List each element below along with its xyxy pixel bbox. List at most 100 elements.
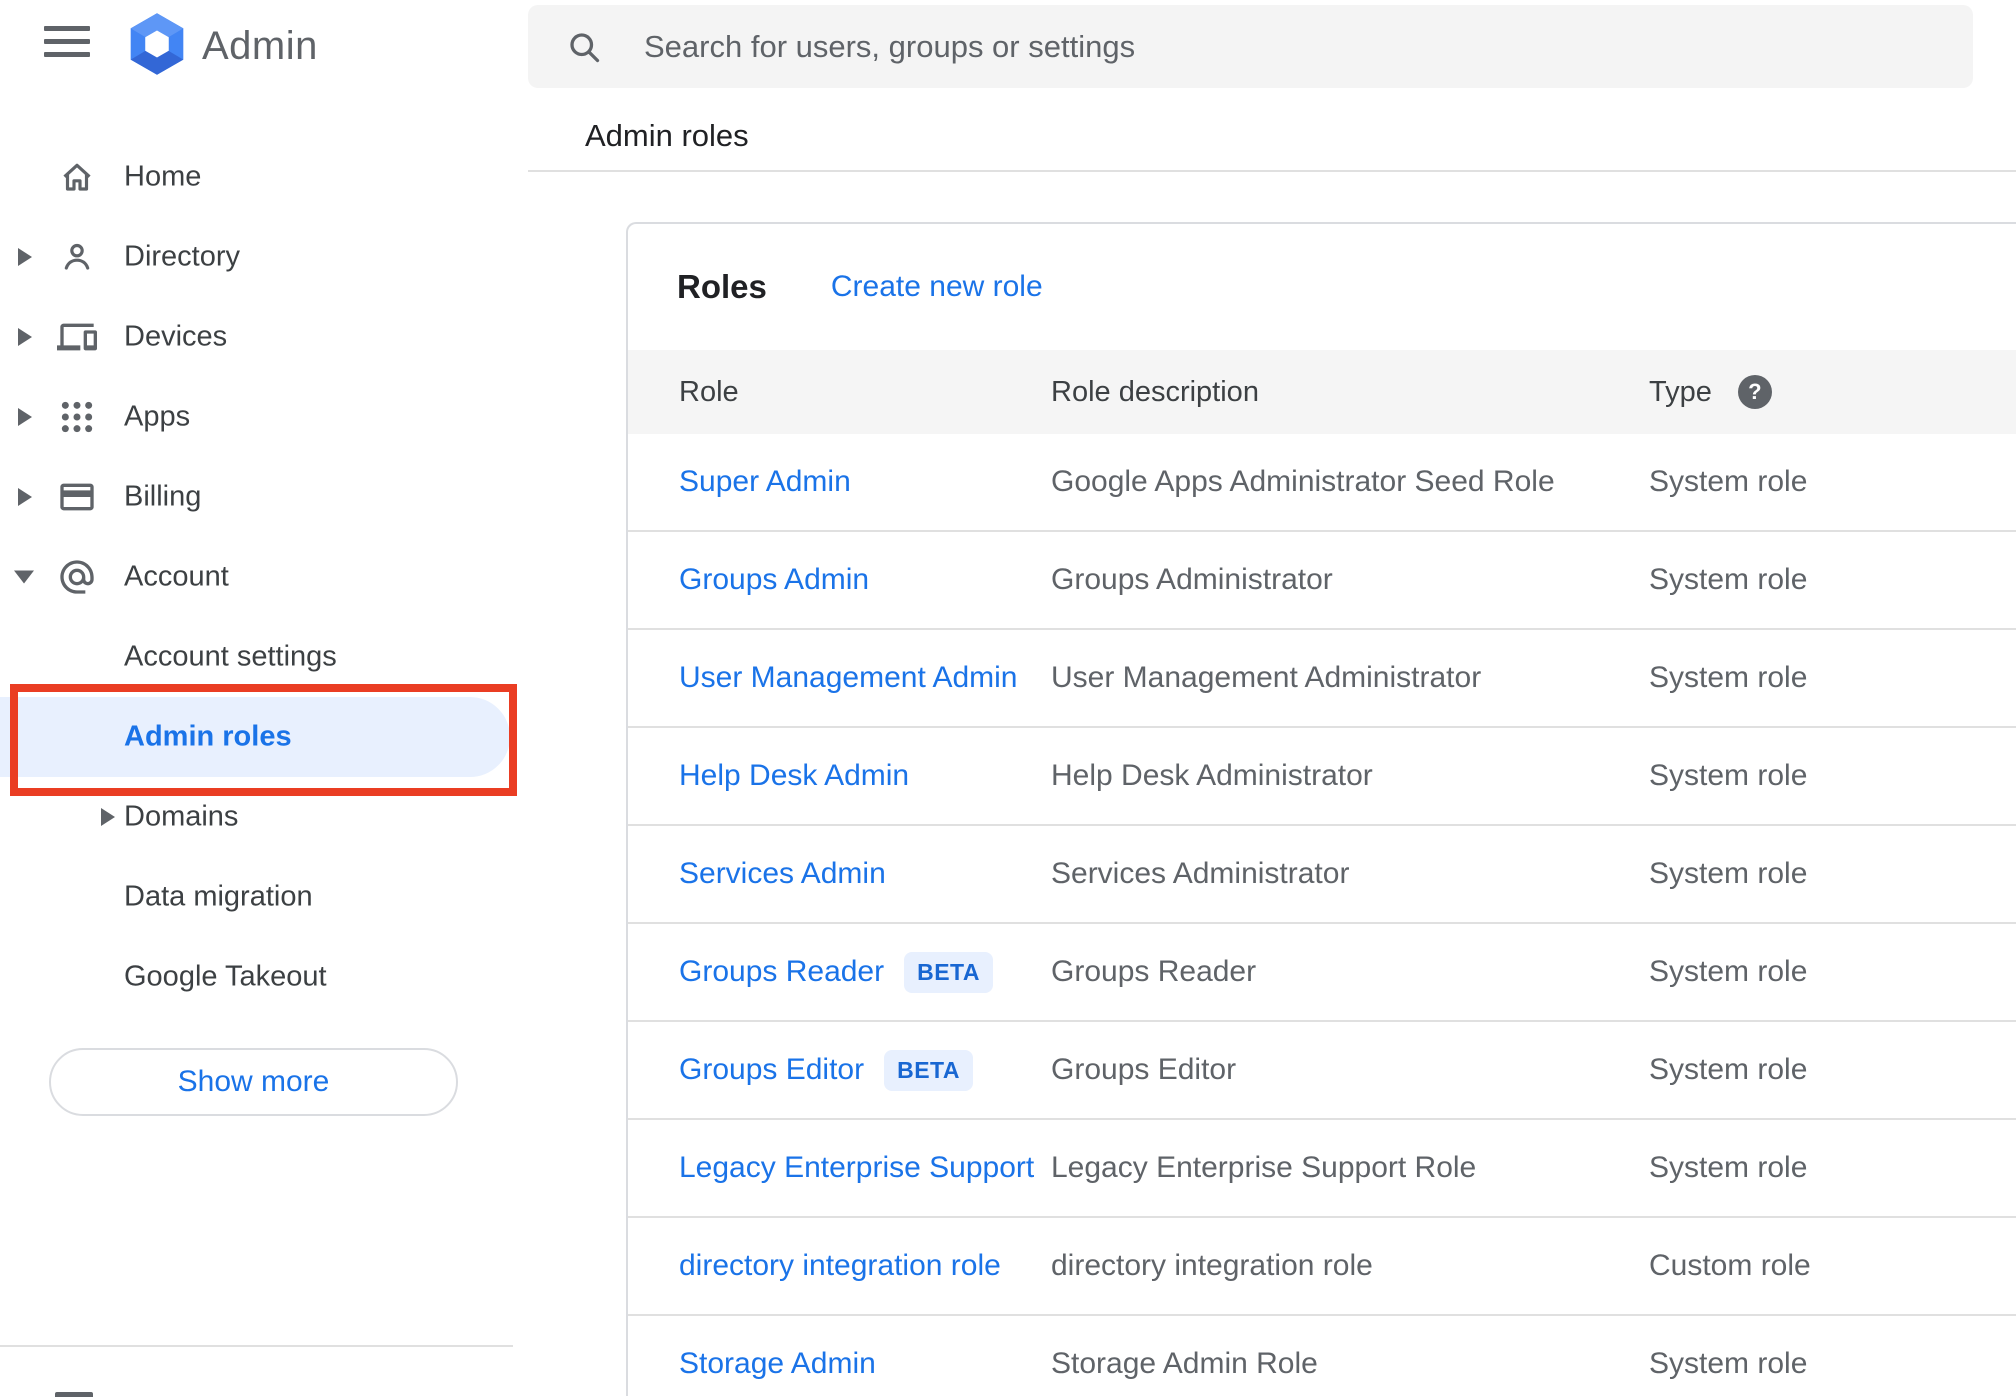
role-description: Storage Admin Role [1051, 1347, 1318, 1380]
sidebar-item-google-takeout[interactable]: Google Takeout [0, 937, 531, 1017]
sidebar-item-devices[interactable]: Devices [0, 297, 531, 377]
role-description: Google Apps Administrator Seed Role [1051, 465, 1555, 498]
table-row: Groups Reader BETA Groups Reader System … [628, 924, 2016, 1022]
sidebar-item-label: Google Takeout [124, 960, 327, 993]
role-description: directory integration role [1051, 1249, 1373, 1282]
home-icon [57, 157, 97, 197]
table-row: Groups Admin Groups Administrator System… [628, 532, 2016, 630]
hamburger-bar [44, 26, 90, 31]
beta-badge: BETA [904, 951, 994, 993]
search-bar[interactable] [528, 5, 1973, 88]
expand-arrow-icon[interactable] [18, 488, 32, 506]
role-link[interactable]: Super Admin [679, 465, 851, 499]
role-description: User Management Administrator [1051, 661, 1482, 694]
sidebar-item-label: Account [124, 560, 229, 593]
role-type: System role [1649, 661, 1808, 694]
sidebar-item-billing[interactable]: Billing [0, 457, 531, 537]
role-link[interactable]: Groups Admin [679, 563, 869, 597]
sidebar-item-label: Domains [124, 800, 239, 833]
table-row: Services Admin Services Administrator Sy… [628, 826, 2016, 924]
role-description: Groups Reader [1051, 955, 1257, 988]
role-description: Groups Administrator [1051, 563, 1333, 596]
column-header-role: Role [679, 375, 739, 408]
roles-table-body: Super Admin Google Apps Administrator Se… [628, 434, 2016, 1396]
role-link[interactable]: User Management Admin [679, 661, 1018, 695]
admin-logo[interactable]: Admin [129, 13, 318, 80]
sidebar-item-directory[interactable]: Directory [0, 217, 531, 297]
show-more-button[interactable]: Show more [49, 1048, 458, 1116]
table-row: directory integration role directory int… [628, 1218, 2016, 1316]
sidebar-item-label: Data migration [124, 880, 313, 913]
role-link[interactable]: Storage Admin [679, 1347, 876, 1381]
role-link[interactable]: Services Admin [679, 857, 886, 891]
role-link[interactable]: Help Desk Admin [679, 759, 909, 793]
sidebar-item-home[interactable]: Home [0, 137, 531, 217]
search-input[interactable] [642, 27, 1973, 66]
table-row: Super Admin Google Apps Administrator Se… [628, 434, 2016, 532]
role-type: System role [1649, 857, 1808, 890]
product-name: Admin [202, 24, 318, 68]
sidebar-item-account[interactable]: Account [0, 537, 531, 617]
expand-arrow-icon[interactable] [101, 808, 115, 826]
role-description: Groups Editor [1051, 1053, 1237, 1086]
roles-table-header: Role Role description Type ? [628, 350, 2016, 434]
role-link[interactable]: Legacy Enterprise Support [679, 1151, 1034, 1185]
table-row: Groups Editor BETA Groups Editor System … [628, 1022, 2016, 1120]
roles-card: Roles Create new role Role Role descript… [626, 222, 2016, 1396]
role-link[interactable]: Groups Editor [679, 1053, 864, 1087]
at-icon [57, 557, 97, 597]
sidebar-item-label: Billing [124, 480, 202, 513]
breadcrumb: Admin roles [585, 118, 749, 153]
sidebar-item-domains[interactable]: Domains [0, 777, 531, 857]
role-type: System role [1649, 563, 1808, 596]
sidebar-nav: Home Directory Devices Apps Billing Acco… [0, 137, 531, 1017]
sidebar-item-label: Devices [124, 320, 228, 353]
apps-grid-icon [57, 397, 97, 437]
role-type: System role [1649, 1053, 1808, 1086]
role-type: System role [1649, 465, 1808, 498]
sidebar-item-label: Home [124, 160, 202, 193]
hamburger-bar [44, 52, 90, 57]
sidebar-item-admin-roles[interactable]: Admin roles [0, 697, 531, 777]
header-divider [528, 170, 2016, 172]
sidebar-item-data-migration[interactable]: Data migration [0, 857, 531, 937]
role-type: System role [1649, 1151, 1808, 1184]
table-row: Help Desk Admin Help Desk Administrator … [628, 728, 2016, 826]
sidebar-item-label: Apps [124, 400, 191, 433]
help-icon[interactable]: ? [1737, 375, 1772, 409]
person-icon [57, 237, 97, 277]
expand-arrow-icon[interactable] [18, 328, 32, 346]
collapse-arrow-icon[interactable] [14, 570, 34, 584]
roles-card-header: Roles Create new role [628, 224, 2016, 350]
role-type: System role [1649, 1347, 1808, 1380]
sidebar-item-apps[interactable]: Apps [0, 377, 531, 457]
sidebar-item-account-settings[interactable]: Account settings [0, 617, 531, 697]
expand-arrow-icon[interactable] [18, 408, 32, 426]
role-description: Services Administrator [1051, 857, 1350, 890]
sidebar-item-label: Admin roles [124, 720, 292, 753]
table-row: User Management Admin User Management Ad… [628, 630, 2016, 728]
menu-hamburger-button[interactable] [44, 26, 90, 58]
roles-title: Roles [677, 268, 767, 305]
credit-card-icon [57, 477, 97, 517]
sidebar-bottom-divider [0, 1345, 513, 1347]
table-row: Legacy Enterprise Support Legacy Enterpr… [628, 1120, 2016, 1218]
role-type: System role [1649, 955, 1808, 988]
create-new-role-link[interactable]: Create new role [831, 270, 1043, 304]
search-icon [566, 29, 602, 65]
role-description: Help Desk Administrator [1051, 759, 1373, 792]
devices-icon [57, 317, 97, 357]
role-link[interactable]: Groups Reader [679, 955, 884, 989]
table-row: Storage Admin Storage Admin Role System … [628, 1316, 2016, 1396]
sidebar-item-label: Directory [124, 240, 241, 273]
hamburger-bar [44, 39, 90, 44]
role-type: System role [1649, 759, 1808, 792]
admin-logo-icon [129, 13, 185, 80]
role-type: Custom role [1649, 1249, 1811, 1282]
column-header-role-description: Role description [1051, 375, 1259, 408]
clipped-sidebar-icon [55, 1392, 93, 1397]
role-link[interactable]: directory integration role [679, 1249, 1001, 1283]
expand-arrow-icon[interactable] [18, 248, 32, 266]
role-description: Legacy Enterprise Support Role [1051, 1151, 1477, 1184]
column-header-type: Type ? [1649, 375, 2016, 409]
